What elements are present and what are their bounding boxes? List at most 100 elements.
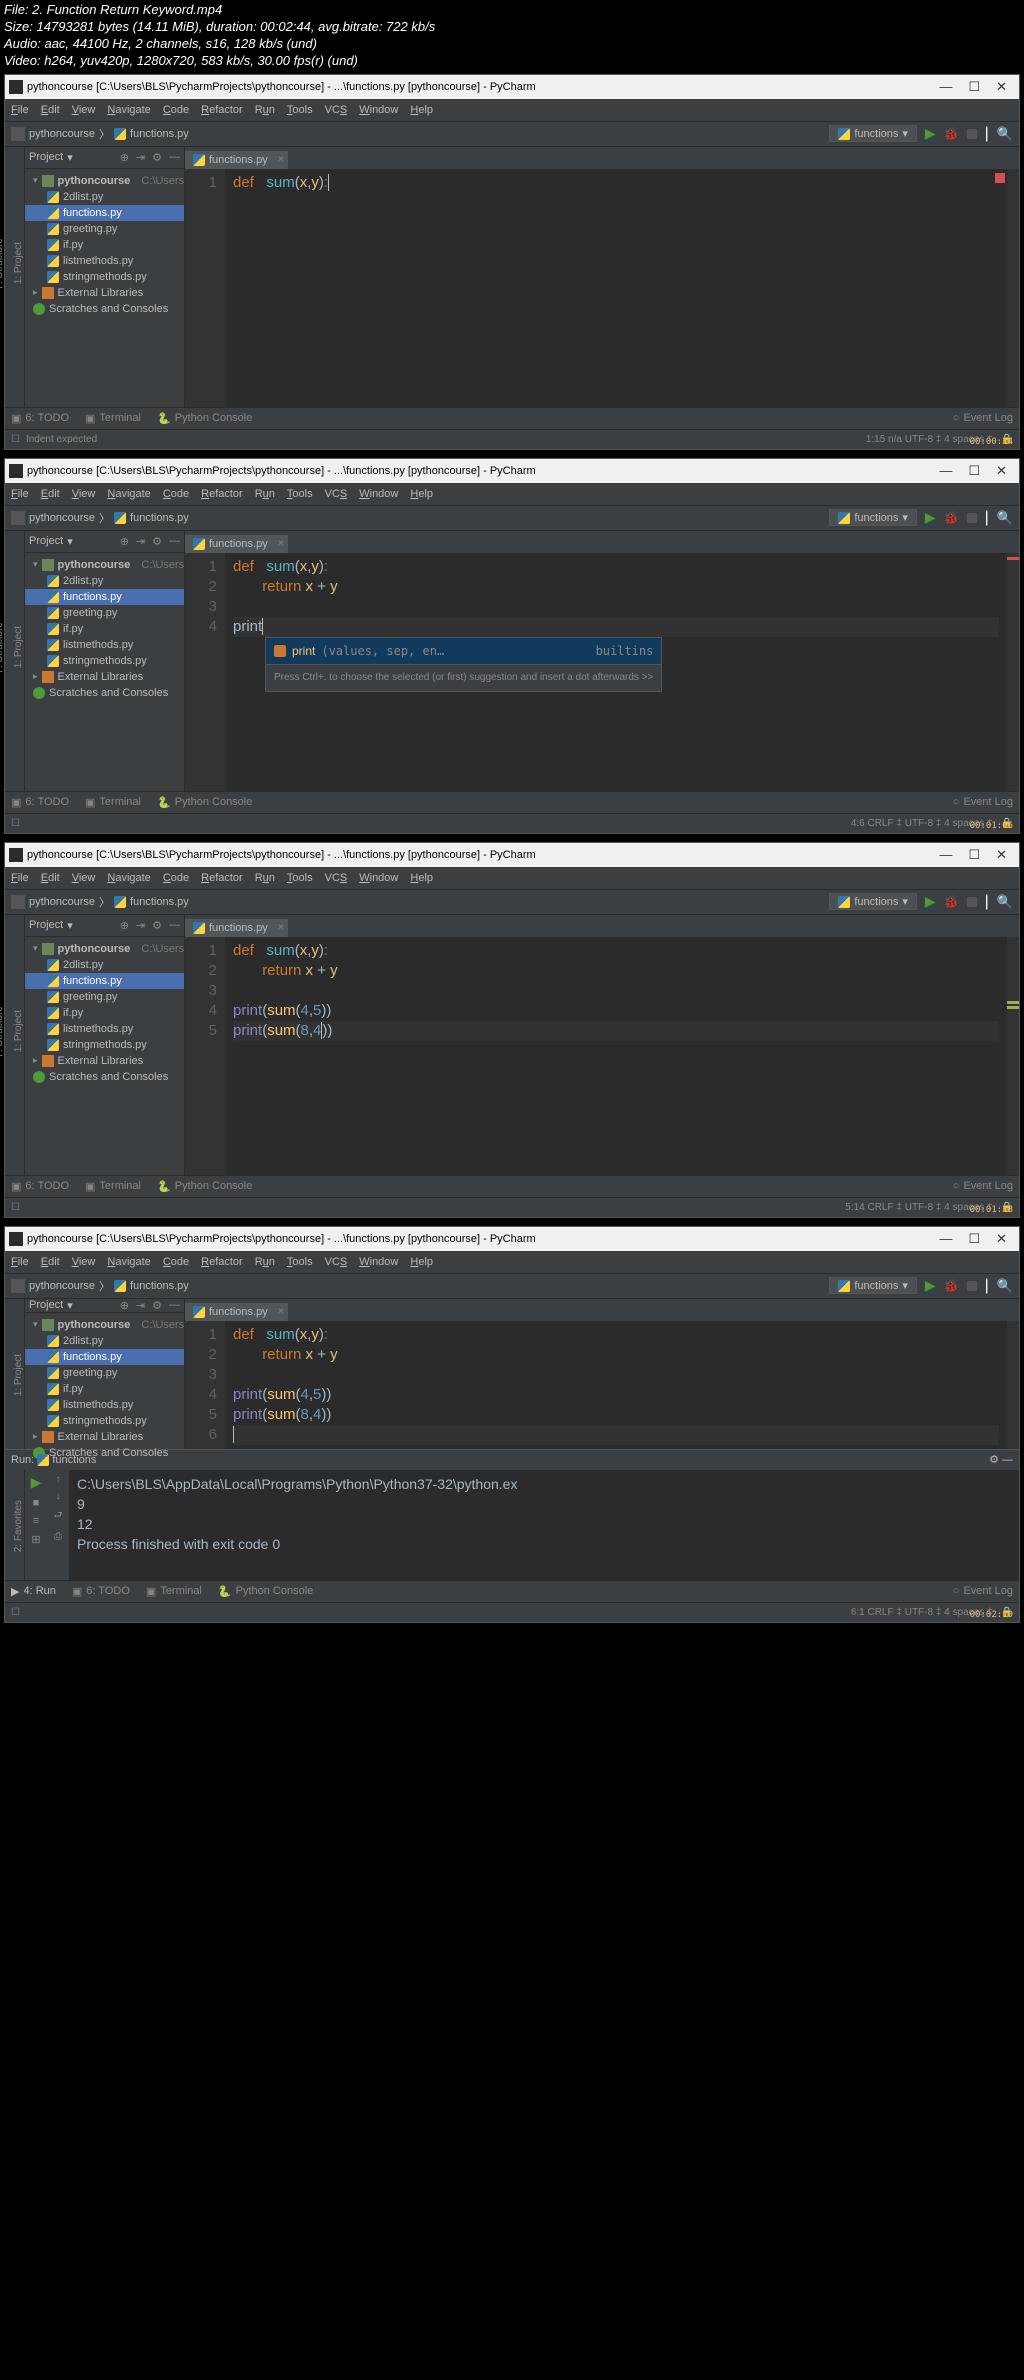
menu-refactor[interactable]: Refactor [201, 488, 243, 500]
menu-window[interactable]: Window [359, 488, 398, 500]
run-button[interactable]: ▶ [925, 1277, 936, 1294]
tree-root[interactable]: ▾pythoncourse C:\Users [25, 173, 184, 189]
terminal-tab[interactable]: ▣ Terminal [85, 1180, 141, 1193]
project-tool-tab[interactable]: 1: Project [13, 626, 24, 668]
run-button[interactable]: ▶ [925, 893, 936, 910]
todo-tab[interactable]: ▣ 6: TODO [72, 1585, 130, 1598]
event-log-tab[interactable]: ○ Event Log [953, 1585, 1013, 1597]
debug-button[interactable]: 🐞 [944, 895, 959, 909]
maximize-button[interactable]: ☐ [968, 847, 980, 863]
menu-vcs[interactable]: VCS [325, 488, 348, 500]
debug-button[interactable]: 🐞 [944, 127, 959, 141]
menu-help[interactable]: Help [410, 488, 433, 500]
breadcrumb[interactable]: pythoncourse〉functions.py [11, 510, 189, 526]
hide-icon[interactable]: — [169, 535, 180, 547]
menu-view[interactable]: View [72, 104, 96, 116]
menu-file[interactable]: File [11, 488, 29, 500]
maximize-button[interactable]: ☐ [968, 79, 980, 95]
run-config-selector[interactable]: functions▾ [829, 893, 917, 910]
menu-view[interactable]: View [72, 488, 96, 500]
editor-tab[interactable]: functions.py× [185, 1303, 288, 1321]
code-editor[interactable]: 123456 def sum(x,y): return x + y print(… [185, 1321, 1019, 1449]
event-log-tab[interactable]: ○ Event Log [953, 1180, 1013, 1192]
layout-icon[interactable]: ⊞ [31, 1533, 40, 1546]
python-console-tab[interactable]: 🐍 Python Console [218, 1585, 313, 1598]
event-log-tab[interactable]: ○ Event Log [953, 412, 1013, 424]
close-button[interactable]: ✕ [996, 1231, 1007, 1247]
hide-icon[interactable]: — [169, 151, 180, 163]
close-button[interactable]: ✕ [996, 463, 1007, 479]
target-icon[interactable]: ⊕ [120, 151, 129, 164]
todo-tab[interactable]: ▣ 6: TODO [11, 412, 69, 425]
menu-code[interactable]: Code [163, 488, 189, 500]
menu-help[interactable]: Help [410, 104, 433, 116]
close-button[interactable]: ✕ [996, 79, 1007, 95]
code-editor[interactable]: 12345 def sum(x,y): return x + y print(s… [185, 937, 1019, 1175]
close-button[interactable]: ✕ [996, 847, 1007, 863]
tree-file[interactable]: greeting.py [25, 221, 184, 237]
gear-icon[interactable]: ⚙ [152, 151, 162, 164]
terminal-tab[interactable]: ▣ Terminal [85, 412, 141, 425]
minimize-button[interactable]: — [939, 79, 952, 95]
minimize-button[interactable]: — [939, 463, 952, 479]
collapse-icon[interactable]: ⇥ [136, 535, 145, 548]
completion-popup[interactable]: print (values, sep, en… builtins Press C… [265, 637, 662, 692]
menu-refactor[interactable]: Refactor [201, 104, 243, 116]
tree-file[interactable]: listmethods.py [25, 253, 184, 269]
debug-button[interactable]: 🐞 [944, 511, 959, 525]
event-log-tab[interactable]: ○ Event Log [953, 796, 1013, 808]
completion-item[interactable]: print (values, sep, en… builtins [266, 638, 661, 664]
menu-navigate[interactable]: Navigate [107, 104, 150, 116]
menu-navigate[interactable]: Navigate [107, 488, 150, 500]
menu-edit[interactable]: Edit [41, 488, 60, 500]
minimize-button[interactable]: — [939, 1231, 952, 1247]
target-icon[interactable]: ⊕ [120, 535, 129, 548]
more-icon[interactable]: ≡ [33, 1515, 39, 1527]
menu-tools[interactable]: Tools [287, 104, 313, 116]
menu-tools[interactable]: Tools [287, 488, 313, 500]
search-icon[interactable]: 🔍 [997, 510, 1013, 526]
gear-icon[interactable]: ⚙ [989, 1453, 999, 1466]
menu-file[interactable]: File [11, 104, 29, 116]
menu-window[interactable]: Window [359, 104, 398, 116]
tree-external-libs[interactable]: ▸External Libraries [25, 285, 184, 301]
structure-tool-tab[interactable]: 7: Structure [0, 622, 5, 674]
breadcrumb[interactable]: pythoncourse〉functions.py [11, 894, 189, 910]
terminal-tab[interactable]: ▣ Terminal [85, 796, 141, 809]
editor-tab[interactable]: functions.py× [185, 535, 288, 553]
gear-icon[interactable]: ⚙ [152, 535, 162, 548]
run-config-selector[interactable]: functions ▾ [829, 125, 917, 142]
project-tree[interactable]: ▾pythoncourse C:\Users 2dlist.py functio… [25, 169, 184, 321]
tree-scratches[interactable]: Scratches and Consoles [25, 301, 184, 317]
console-output[interactable]: C:\Users\BLS\AppData\Local\Programs\Pyth… [69, 1470, 1019, 1580]
editor-tab[interactable]: functions.py × [185, 151, 288, 169]
search-icon[interactable]: 🔍 [997, 1278, 1013, 1294]
python-console-tab[interactable]: 🐍 Python Console [157, 412, 252, 425]
run-config-selector[interactable]: functions▾ [829, 1277, 917, 1294]
todo-tab[interactable]: ▣ 6: TODO [11, 796, 69, 809]
rerun-button[interactable]: ▶ [31, 1474, 42, 1491]
editor-tab[interactable]: functions.py× [185, 919, 288, 937]
project-tree[interactable]: ▾pythoncourse C:\Users 2dlist.py functio… [25, 553, 184, 705]
structure-tool-tab[interactable]: 7: Structure [0, 238, 5, 290]
down-icon[interactable]: ↓ [56, 1491, 61, 1502]
tree-file[interactable]: stringmethods.py [25, 269, 184, 285]
python-console-tab[interactable]: 🐍 Python Console [157, 1180, 252, 1193]
terminal-tab[interactable]: ▣ Terminal [146, 1585, 202, 1598]
maximize-button[interactable]: ☐ [968, 463, 980, 479]
menu-edit[interactable]: Edit [41, 104, 60, 116]
tree-file[interactable]: if.py [25, 237, 184, 253]
up-icon[interactable]: ↑ [56, 1474, 61, 1485]
tree-file[interactable]: 2dlist.py [25, 189, 184, 205]
run-config-selector[interactable]: functions▾ [829, 509, 917, 526]
menu-vcs[interactable]: VCS [325, 104, 348, 116]
menu-run[interactable]: Run [255, 488, 275, 500]
tree-file-selected[interactable]: functions.py [25, 205, 184, 221]
project-tree[interactable]: ▾pythoncourse C:\Users 2dlist.py functio… [25, 1313, 184, 1465]
titlebar[interactable]: pythoncourse [C:\Users\BLS\PycharmProjec… [5, 459, 1019, 483]
python-console-tab[interactable]: 🐍 Python Console [157, 796, 252, 809]
run-button[interactable]: ▶ [925, 125, 936, 142]
close-icon[interactable]: × [278, 538, 284, 549]
run-tab[interactable]: ▶ 4: Run [11, 1585, 56, 1598]
close-icon[interactable]: × [278, 154, 284, 165]
